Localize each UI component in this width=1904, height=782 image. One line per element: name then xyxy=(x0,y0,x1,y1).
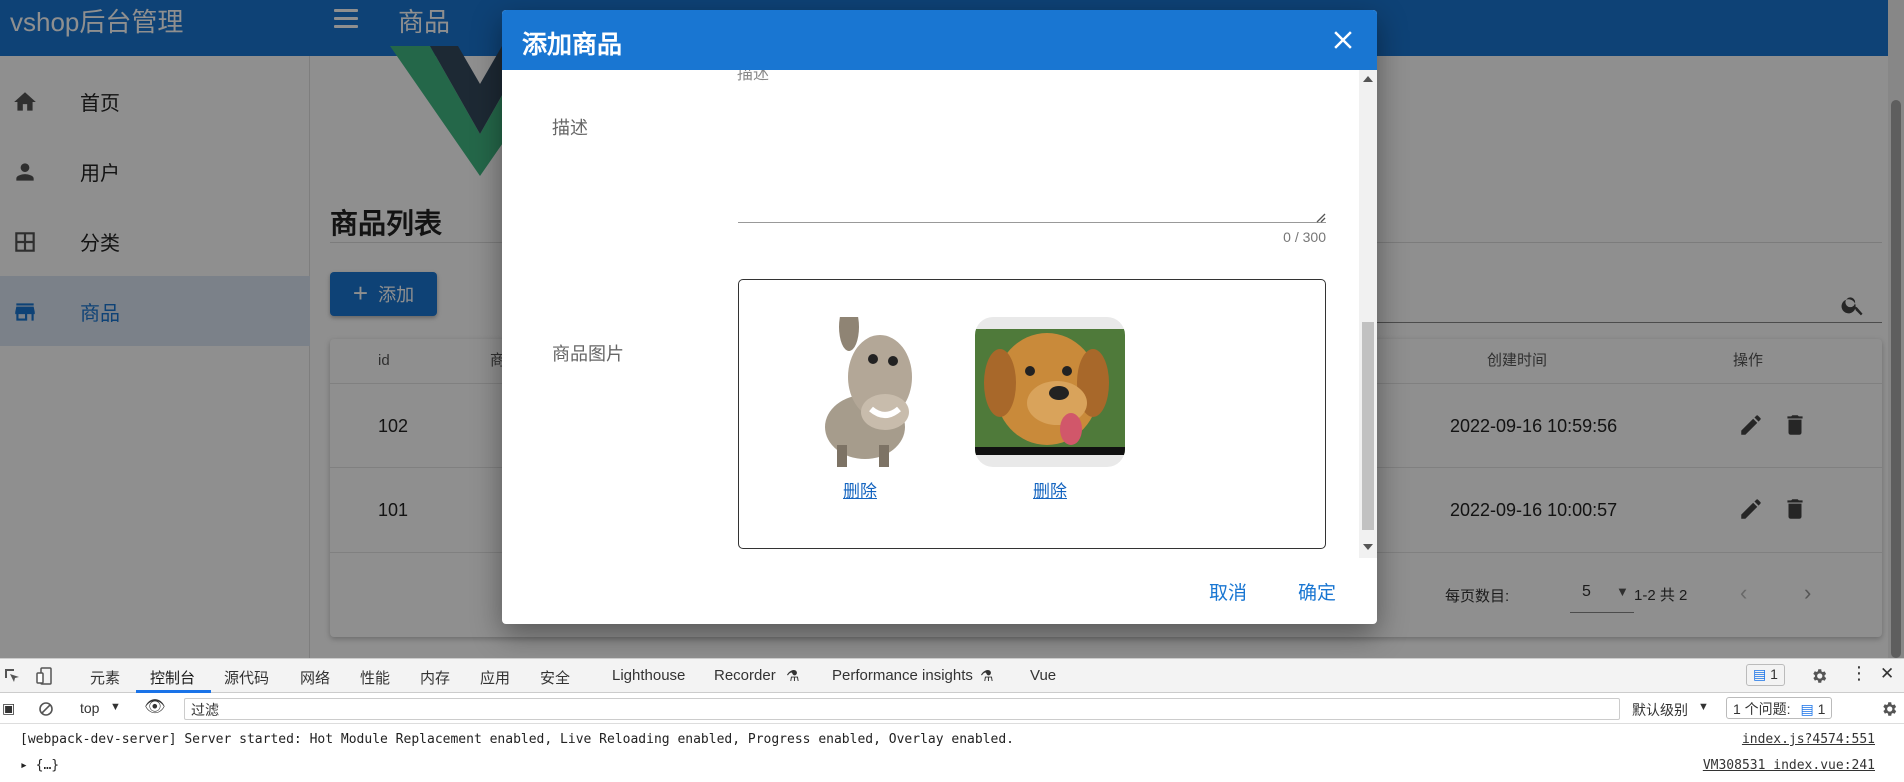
dialog-scrollbar[interactable] xyxy=(1359,70,1377,558)
devtools-tab-bar: 元素 控制台 源代码 网络 性能 内存 应用 安全 Lighthouse Rec… xyxy=(0,659,1904,693)
tab-memory[interactable]: 内存 xyxy=(420,667,450,688)
console-log-line: [webpack-dev-server] Server started: Hot… xyxy=(0,727,1904,753)
delete-image-link[interactable]: 删除 xyxy=(975,477,1125,502)
product-image-dog xyxy=(975,317,1125,467)
filter-input[interactable]: 过滤 xyxy=(184,698,1620,720)
inspect-icon[interactable] xyxy=(4,668,20,684)
chevron-down-icon[interactable]: ▼ xyxy=(110,701,121,713)
message-icon: ▤ xyxy=(1753,666,1767,682)
log-source-link[interactable]: index.js?4574:551 xyxy=(1742,732,1875,747)
log-level-select[interactable]: 默认级别 xyxy=(1632,700,1688,720)
image-upload-area[interactable]: 删除 删除 xyxy=(738,279,1326,549)
gear-icon[interactable] xyxy=(1880,700,1898,718)
tab-application[interactable]: 应用 xyxy=(480,667,510,688)
active-tab-indicator xyxy=(136,690,211,693)
messages-count: 1 xyxy=(1770,666,1778,682)
images-label: 商品图片 xyxy=(552,344,624,364)
console-toolbar: ▣ top ▼ 👁 过滤 默认级别 ▼ 1 个问题: ▤ 1 xyxy=(0,694,1904,724)
dialog-body: 描述 描述 0 / 300 商品图片 删除 删除 xyxy=(502,70,1359,552)
devtools-panel: 元素 控制台 源代码 网络 性能 内存 应用 安全 Lighthouse Rec… xyxy=(0,658,1904,782)
tab-lighthouse[interactable]: Lighthouse xyxy=(612,667,685,684)
dialog-title: 添加商品 xyxy=(522,31,623,59)
resize-handle-icon[interactable] xyxy=(1314,211,1326,223)
tab-vue[interactable]: Vue xyxy=(1030,667,1056,684)
flask-icon: ⚗ xyxy=(786,668,800,685)
add-product-dialog: 添加商品 描述 描述 0 / 300 商品图片 删除 删除 取消 确定 xyxy=(502,10,1377,624)
message-icon: ▤ xyxy=(1800,701,1814,717)
flask-icon: ⚗ xyxy=(980,668,994,685)
close-icon[interactable] xyxy=(1328,25,1358,55)
more-options-icon[interactable]: ⋮ xyxy=(1850,663,1868,684)
gear-icon[interactable] xyxy=(1810,667,1828,685)
sidebar-toggle-icon[interactable]: ▣ xyxy=(2,700,15,717)
eye-icon[interactable]: 👁 xyxy=(144,697,166,717)
description-label: 描述 xyxy=(552,118,588,138)
tab-console[interactable]: 控制台 xyxy=(150,667,195,688)
scrollbar-thumb[interactable] xyxy=(1362,322,1374,530)
cancel-button[interactable]: 取消 xyxy=(1209,578,1247,605)
tab-elements[interactable]: 元素 xyxy=(90,667,120,688)
messages-badge[interactable]: ▤ 1 xyxy=(1746,664,1785,686)
log-message[interactable]: ▸ {…} xyxy=(20,758,59,773)
close-devtools-icon[interactable]: ✕ xyxy=(1880,664,1894,684)
tab-performance-insights[interactable]: Performance insights xyxy=(832,667,973,684)
context-select[interactable]: top xyxy=(80,700,99,716)
tab-recorder[interactable]: Recorder xyxy=(714,667,776,684)
log-message: [webpack-dev-server] Server started: Hot… xyxy=(20,732,1014,747)
clear-console-icon[interactable] xyxy=(38,701,54,717)
scroll-down-icon[interactable] xyxy=(1363,544,1373,550)
issues-count: 1 xyxy=(1817,701,1826,717)
tab-sources[interactable]: 源代码 xyxy=(224,667,269,688)
tab-performance[interactable]: 性能 xyxy=(360,667,390,688)
scroll-up-icon[interactable] xyxy=(1363,76,1373,82)
description-textarea[interactable] xyxy=(738,74,1326,223)
dialog-actions: 取消 确定 xyxy=(502,558,1377,624)
dialog-header: 添加商品 xyxy=(502,10,1377,70)
delete-image-link[interactable]: 删除 xyxy=(785,477,935,502)
issues-badge[interactable]: 1 个问题: ▤ 1 xyxy=(1726,697,1833,719)
character-counter: 0 / 300 xyxy=(1283,229,1326,245)
tab-network[interactable]: 网络 xyxy=(300,667,330,688)
device-toolbar-icon[interactable] xyxy=(36,667,52,685)
console-log-line: ▸ {…} VM308531 index.vue:241 xyxy=(0,753,1904,779)
log-source-link[interactable]: VM308531 index.vue:241 xyxy=(1703,758,1875,773)
confirm-button[interactable]: 确定 xyxy=(1298,578,1336,605)
chevron-down-icon[interactable]: ▼ xyxy=(1698,701,1709,713)
tab-security[interactable]: 安全 xyxy=(540,667,570,688)
product-image-donkey xyxy=(785,317,935,467)
app-window: vshop后台管理 商品 首页 用户 分类 商品 商品列表 + 添加 id 商 … xyxy=(0,0,1904,658)
issues-label: 1 个问题: xyxy=(1733,701,1791,717)
